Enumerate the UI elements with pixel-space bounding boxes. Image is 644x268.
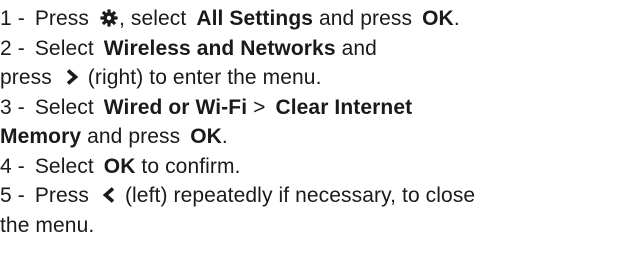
step-text: the menu. (0, 213, 95, 237)
chevron-left-icon (99, 185, 119, 205)
step-text: Select (34, 95, 94, 119)
step-text: (right) to enter the menu. (87, 66, 322, 89)
menu-item-clear-internet-memory: Clear Internet (275, 95, 413, 119)
step-text: and press (318, 7, 413, 30)
step-1-line-1: 1 - Press , select All Settings and press OK… (0, 4, 644, 34)
menu-item-all-settings: All Settings (196, 7, 314, 30)
step-number: 5 - (0, 184, 25, 207)
chevron-right-icon (62, 67, 82, 87)
step-text: . (221, 125, 228, 148)
gear-icon (99, 8, 119, 28)
step-number: 4 - (0, 154, 25, 178)
step-number: 2 - (0, 36, 25, 60)
step-text: , select (119, 7, 187, 30)
step-3-line-1: 3 - Select Wired or Wi-Fi > Clear Internet (0, 93, 644, 123)
step-2-line-1: 2 - Select Wireless and Networks and (0, 34, 644, 64)
separator: > (253, 95, 266, 119)
step-text: Press (34, 184, 89, 207)
step-5-line-2: the menu. (0, 211, 644, 241)
step-text: Select (34, 36, 94, 60)
step-text: to confirm. (141, 154, 241, 178)
ok-key: OK (190, 125, 222, 148)
step-number: 1 - (0, 7, 25, 30)
step-text: and (341, 36, 377, 60)
menu-item-wireless-and-networks: Wireless and Networks (103, 36, 336, 60)
step-text: and press (87, 125, 181, 148)
step-3-line-2: Memory and press OK. (0, 122, 644, 152)
step-text: (left) repeatedly if necessary, to close (124, 184, 476, 207)
step-2-line-2: press (right) to enter the menu. (0, 63, 644, 93)
step-text: . (453, 7, 460, 30)
ok-key: OK (103, 154, 136, 178)
menu-item-wired-or-wifi: Wired or Wi-Fi (103, 95, 248, 119)
step-text: Select (34, 154, 94, 178)
instructions: 1 - Press , select All Settings and press OK… (0, 4, 644, 240)
step-text: Press (34, 7, 89, 30)
menu-item-clear-internet-memory-cont: Memory (0, 125, 82, 148)
step-5-line-1: 5 - Press (left) repeatedly if necessary,… (0, 181, 644, 211)
step-number: 3 - (0, 95, 25, 119)
ok-key: OK (422, 7, 454, 30)
step-text: press (0, 66, 52, 89)
step-4-line-1: 4 - Select OK to confirm. (0, 152, 644, 182)
